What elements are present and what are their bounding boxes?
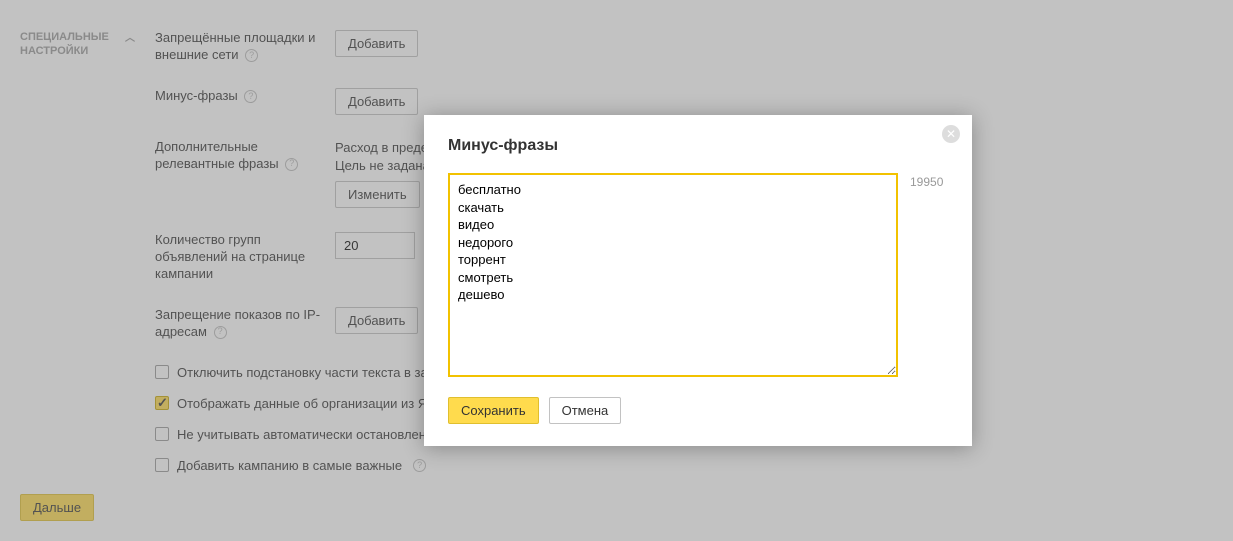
cancel-button[interactable]: Отмена: [549, 397, 622, 424]
close-icon[interactable]: ✕: [942, 125, 960, 143]
phrases-textarea[interactable]: [448, 173, 898, 377]
save-button[interactable]: Сохранить: [448, 397, 539, 424]
minus-phrases-modal: ✕ Минус-фразы 19950 Сохранить Отмена: [424, 115, 972, 446]
modal-actions: Сохранить Отмена: [448, 397, 948, 424]
modal-title: Минус-фразы: [448, 137, 948, 155]
modal-body: 19950: [448, 173, 948, 377]
char-counter: 19950: [910, 173, 943, 377]
